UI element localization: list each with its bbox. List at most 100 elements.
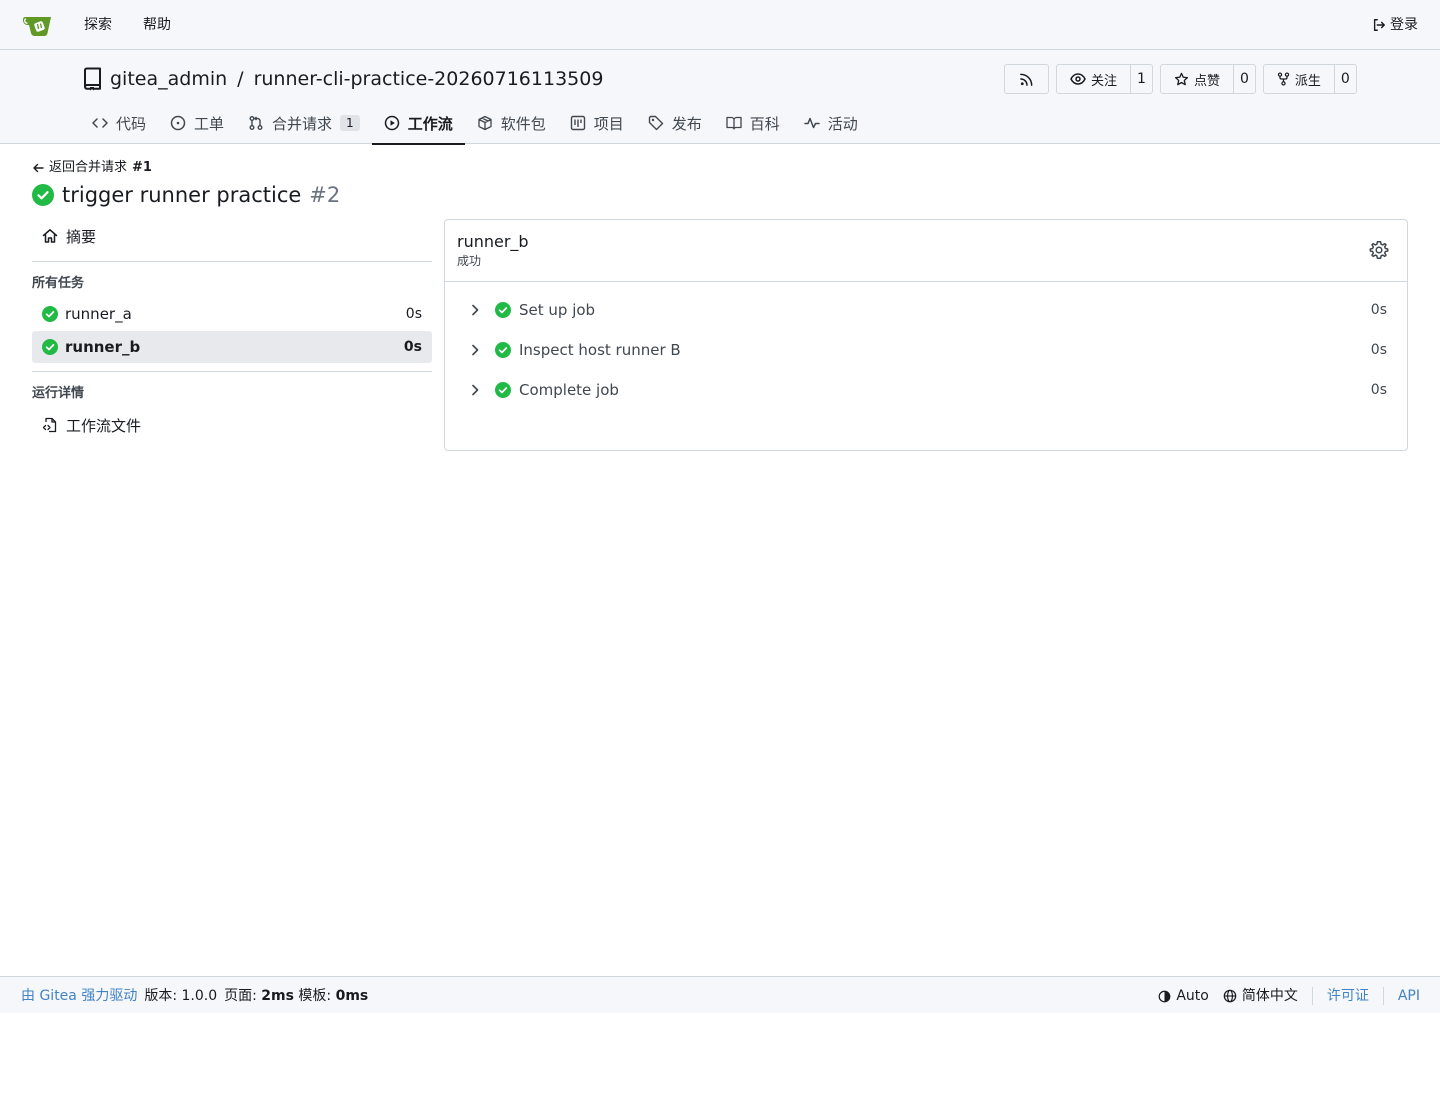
repo-name-link[interactable]: runner-cli-practice-20260716113509	[254, 66, 604, 92]
back-link-text: 返回合并请求	[49, 160, 128, 175]
run-sidebar: 摘要 所有任务 runner_a 0s runner_b 0s 运行详情 工作流…	[32, 219, 432, 442]
job-item-runner-b[interactable]: runner_b 0s	[32, 331, 432, 363]
tab-actions[interactable]: 工作流	[371, 102, 465, 145]
tab-label: 代码	[116, 114, 147, 133]
page-time-label: 页面:	[224, 988, 257, 1004]
tab-activity[interactable]: 活动	[792, 102, 870, 144]
check-circle-icon	[32, 184, 54, 206]
footer-divider	[1311, 987, 1313, 1005]
step-row[interactable]: Complete job 0s	[445, 370, 1407, 410]
nav-explore-link[interactable]: 探索	[84, 15, 112, 35]
tab-label: 工单	[194, 114, 225, 133]
rss-button[interactable]	[1004, 64, 1049, 94]
gear-icon[interactable]	[1369, 240, 1389, 260]
check-circle-icon	[495, 302, 511, 318]
license-link[interactable]: 许可证	[1327, 986, 1369, 1006]
step-duration: 0s	[1370, 342, 1387, 358]
tab-pull-requests[interactable]: 合并请求 1	[236, 102, 372, 144]
run-title-text: trigger runner practice	[62, 183, 302, 207]
summary-link[interactable]: 摘要	[32, 219, 432, 253]
globe-icon	[1223, 989, 1237, 1003]
all-jobs-heading: 所有任务	[32, 276, 85, 291]
tab-projects[interactable]: 项目	[558, 102, 636, 144]
powered-by-link[interactable]: 由 Gitea 强力驱动	[21, 986, 137, 1006]
job-header: runner_b 成功	[445, 220, 1407, 282]
watch-count[interactable]: 1	[1130, 65, 1152, 93]
fork-count[interactable]: 0	[1333, 65, 1356, 93]
rss-icon	[1019, 72, 1034, 87]
divider	[32, 371, 432, 372]
repo-tabs: 代码 工单 合并请求 1 工作流 软件包 项目 发布 百科 活动	[80, 102, 870, 145]
job-title: runner_b	[457, 232, 529, 251]
pull-request-icon	[248, 115, 264, 131]
theme-selector[interactable]: Auto	[1158, 986, 1209, 1006]
code-icon	[92, 115, 108, 131]
fork-button[interactable]: 派生 0	[1262, 64, 1357, 94]
repo-header: gitea_admin / runner-cli-practice-202607…	[0, 50, 1440, 145]
pulse-icon	[804, 115, 820, 131]
login-label: 登录	[1390, 17, 1418, 33]
login-button[interactable]: 登录	[1372, 15, 1418, 35]
language-selector[interactable]: 简体中文	[1223, 986, 1298, 1006]
footer-info: 由 Gitea 强力驱动 版本: 1.0.0 页面: 2ms 模板: 0ms	[21, 986, 368, 1006]
template-time-value: 0ms	[335, 988, 369, 1004]
run-details-heading: 运行详情	[32, 386, 85, 401]
gitea-logo-icon[interactable]	[22, 12, 54, 38]
fork-label: 派生	[1294, 73, 1321, 89]
watch-button[interactable]: 关注 1	[1056, 64, 1153, 94]
step-row[interactable]: Inspect host runner B 0s	[445, 330, 1407, 370]
tab-label: 工作流	[407, 114, 453, 133]
tab-wiki[interactable]: 百科	[714, 102, 792, 144]
file-code-icon	[42, 417, 58, 433]
summary-label: 摘要	[66, 227, 97, 246]
job-name: runner_a	[65, 305, 132, 323]
page-footer: 由 Gitea 强力驱动 版本: 1.0.0 页面: 2ms 模板: 0ms A…	[0, 976, 1440, 1013]
repo-action-buttons: 关注 1 点赞 0 派生 0	[1004, 64, 1357, 94]
language-label: 简体中文	[1241, 988, 1298, 1004]
play-icon	[384, 115, 400, 131]
job-item-runner-a[interactable]: runner_a 0s	[32, 298, 432, 330]
footer-divider	[1382, 987, 1384, 1005]
job-duration: 0s	[403, 339, 422, 355]
workflow-file-link[interactable]: 工作流文件	[32, 408, 432, 442]
star-count[interactable]: 0	[1232, 65, 1255, 93]
nav-help-link[interactable]: 帮助	[143, 15, 171, 35]
api-link[interactable]: API	[1398, 986, 1420, 1006]
job-duration: 0s	[405, 306, 422, 322]
check-circle-icon	[42, 306, 58, 322]
tab-label: 发布	[671, 114, 702, 133]
step-name: Set up job	[519, 301, 596, 319]
step-row[interactable]: Set up job 0s	[445, 290, 1407, 330]
timing-info: 页面: 2ms 模板: 0ms	[224, 986, 368, 1006]
tab-code[interactable]: 代码	[80, 102, 158, 144]
chevron-right-icon	[467, 342, 483, 358]
footer-links: Auto 简体中文 许可证 API	[1158, 986, 1420, 1006]
home-icon	[42, 228, 58, 244]
repo-icon	[82, 67, 102, 91]
star-button[interactable]: 点赞 0	[1159, 64, 1256, 94]
watch-label: 关注	[1091, 73, 1118, 89]
version-label: 版本:	[144, 988, 178, 1004]
tag-icon	[648, 115, 664, 131]
top-navbar: 探索 帮助 登录	[0, 0, 1440, 50]
workflow-file-label: 工作流文件	[66, 416, 142, 435]
tab-label: 合并请求	[272, 114, 333, 133]
tab-label: 活动	[827, 114, 858, 133]
check-circle-icon	[495, 342, 511, 358]
check-circle-icon	[495, 382, 511, 398]
page-time-value: 2ms	[261, 988, 294, 1004]
issue-icon	[170, 115, 186, 131]
tab-packages[interactable]: 软件包	[465, 102, 558, 144]
back-to-pull-request-link[interactable]: 返回合并请求 #1	[32, 159, 152, 177]
package-icon	[477, 115, 493, 131]
tab-issues[interactable]: 工单	[158, 102, 236, 144]
tab-releases[interactable]: 发布	[636, 102, 714, 144]
job-detail-panel: runner_b 成功 Set up job 0s Inspect host r…	[444, 219, 1408, 451]
step-duration: 0s	[1370, 382, 1387, 398]
back-link-ref: #1	[132, 160, 152, 175]
repo-owner-link[interactable]: gitea_admin	[110, 66, 227, 92]
pull-request-count-badge: 1	[340, 115, 360, 131]
divider	[32, 261, 432, 262]
version-info: 版本: 1.0.0	[144, 986, 217, 1006]
project-icon	[570, 115, 586, 131]
